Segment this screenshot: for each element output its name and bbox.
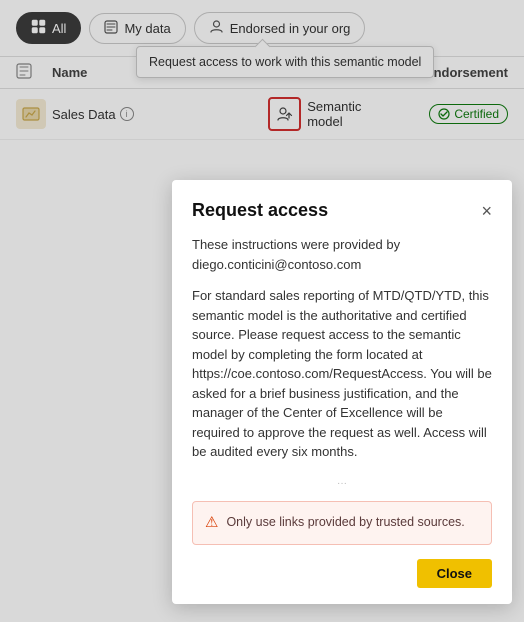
modal-close-btn[interactable]: Close (417, 559, 492, 588)
main-container: All My data Endorsed in your org Reques (0, 0, 524, 622)
request-access-modal: Request access × These instructions were… (172, 180, 512, 604)
warning-box: ⚠ Only use links provided by trusted sou… (192, 501, 492, 546)
scroll-hint: ··· (192, 474, 492, 493)
modal-header: Request access × (192, 200, 492, 221)
modal-body-text: For standard sales reporting of MTD/QTD/… (192, 286, 492, 462)
modal-body: These instructions were provided by dieg… (192, 235, 492, 545)
warning-text: Only use links provided by trusted sourc… (226, 513, 464, 532)
modal-overlay: Request access × These instructions were… (0, 0, 524, 622)
warning-triangle-icon: ⚠ (205, 512, 218, 535)
modal-title: Request access (192, 200, 328, 221)
modal-instruction: These instructions were provided by dieg… (192, 235, 492, 274)
modal-footer: Close (192, 559, 492, 588)
modal-close-button[interactable]: × (481, 202, 492, 220)
